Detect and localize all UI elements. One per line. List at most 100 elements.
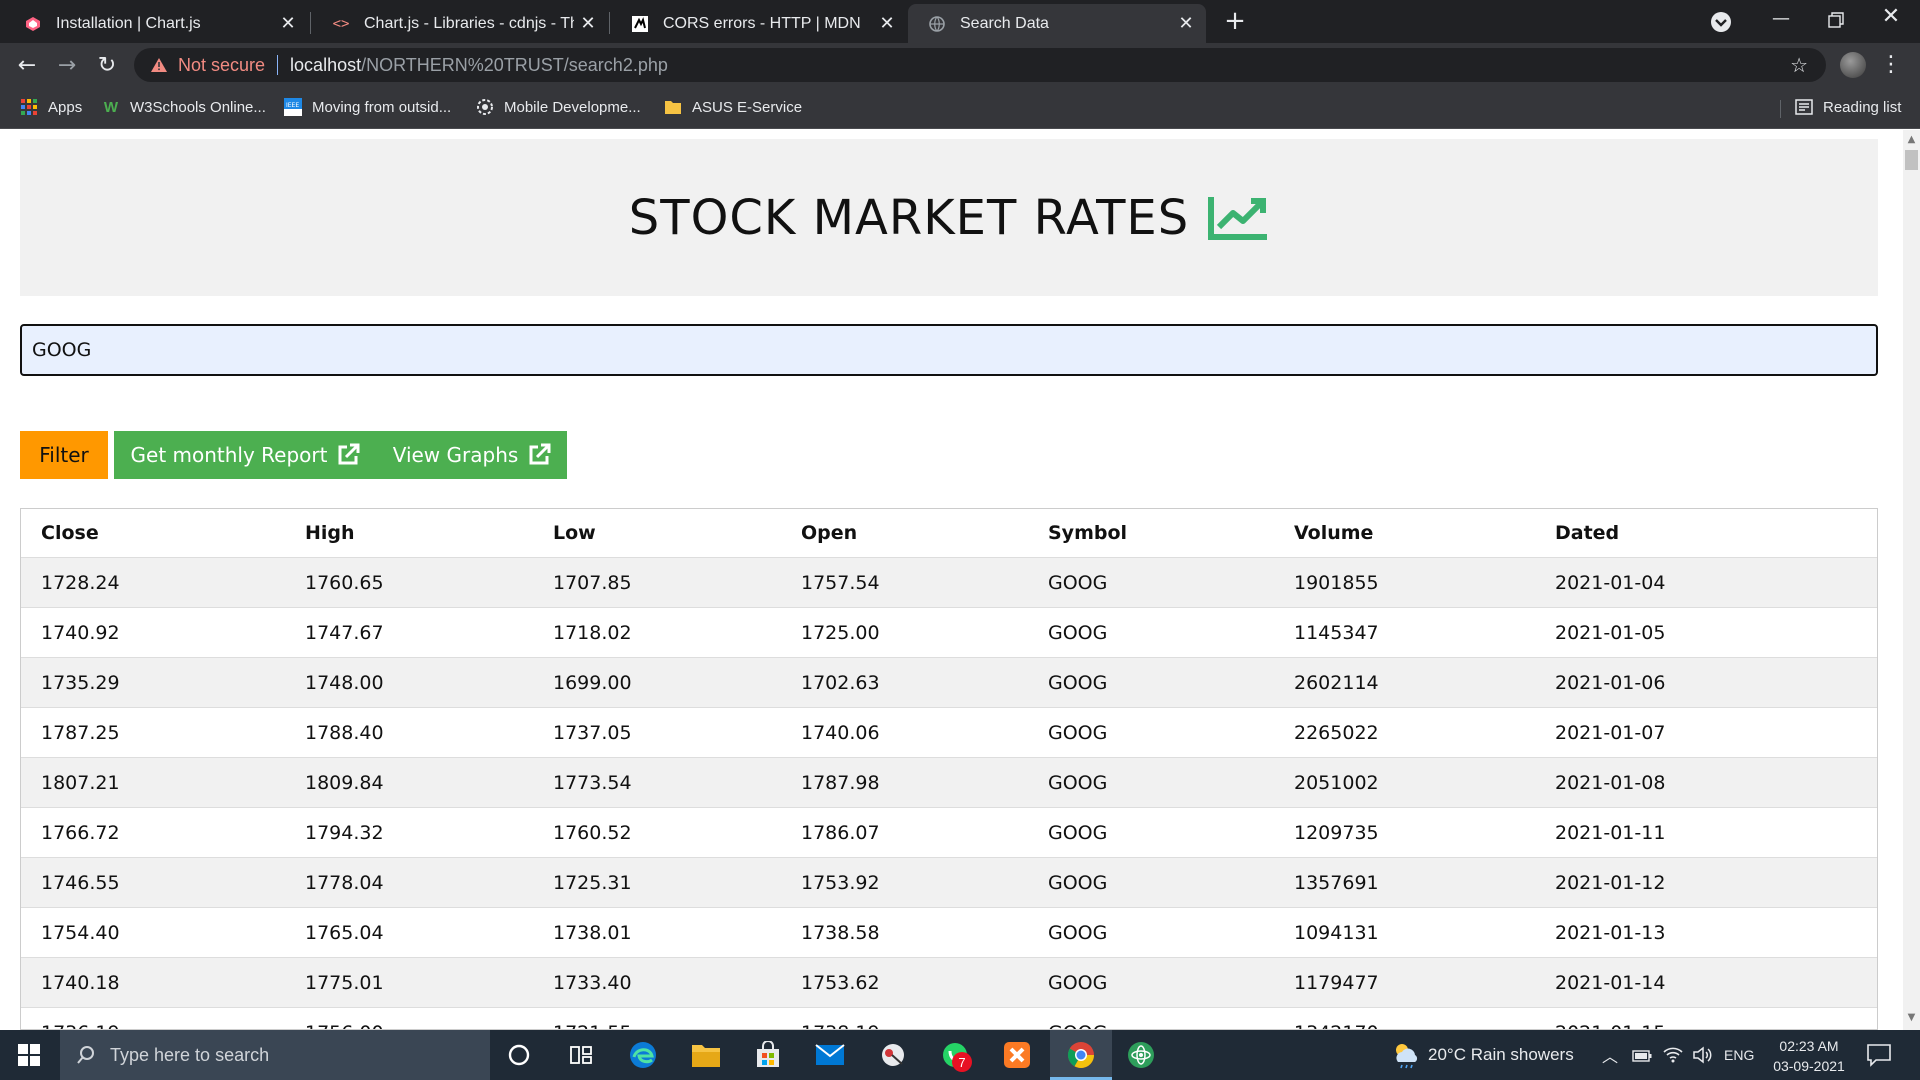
bookmark-star-icon[interactable]: ☆ [1790, 53, 1808, 78]
cell-symbol: GOOG [1028, 657, 1274, 708]
system-clock[interactable]: 02:23 AM 03-09-2021 [1764, 1034, 1854, 1078]
new-tab-button[interactable]: + [1220, 6, 1250, 36]
warning-icon[interactable] [148, 57, 170, 73]
notification-center-icon[interactable] [1866, 1043, 1892, 1067]
close-tab-icon[interactable]: ✕ [873, 13, 901, 34]
address-bar[interactable]: Not secure localhost /NORTHERN%20TRUST/s… [134, 48, 1826, 82]
bookmark-apps[interactable]: Apps [20, 94, 82, 120]
file-explorer-icon[interactable] [687, 1036, 725, 1074]
table-row: 1766.72 1794.32 1760.52 1786.07 GOOG 120… [21, 807, 1877, 858]
cell-open: 1738.58 [781, 907, 1028, 958]
tab-cors-errors-mdn[interactable]: CORS errors - HTTP | MDN ✕ [611, 4, 907, 43]
scrollbar-thumb[interactable] [1905, 150, 1918, 170]
snipping-tool-icon[interactable] [874, 1036, 912, 1074]
tab-search-data[interactable]: Search Data ✕ [908, 4, 1206, 43]
taskbar-search-box[interactable]: Type here to search [60, 1030, 490, 1080]
chartjs-icon [24, 15, 42, 33]
table-row: 1754.40 1765.04 1738.01 1738.58 GOOG 109… [21, 907, 1877, 958]
language-indicator[interactable]: ENG [1724, 1030, 1754, 1080]
edge-browser-icon[interactable] [624, 1036, 662, 1074]
get-monthly-report-button[interactable]: Get monthly Report [114, 431, 378, 479]
reading-list-icon [1795, 98, 1813, 116]
mail-icon[interactable] [811, 1036, 849, 1074]
cell-low: 1738.01 [533, 907, 781, 958]
forward-arrow-icon[interactable]: → [52, 50, 82, 80]
cell-low: 1733.40 [533, 957, 781, 1008]
tab-installation-chartjs[interactable]: Installation | Chart.js ✕ [4, 4, 308, 43]
column-header-symbol[interactable]: Symbol [1028, 509, 1274, 558]
xampp-icon[interactable] [998, 1036, 1036, 1074]
cell-volume: 1179477 [1274, 957, 1535, 1008]
battery-icon[interactable] [1632, 1048, 1652, 1062]
view-graphs-button[interactable]: View Graphs [378, 431, 567, 479]
cell-dated: 2021-01-14 [1535, 957, 1877, 1008]
atom-editor-icon[interactable] [1122, 1036, 1160, 1074]
weather-icon[interactable] [1390, 1040, 1420, 1070]
tab-search-dropdown-icon[interactable] [1708, 9, 1734, 35]
profile-avatar[interactable] [1840, 52, 1866, 78]
bookmark-mobile-development[interactable]: Mobile Developme... [476, 94, 641, 120]
minimize-icon[interactable]: — [1766, 8, 1796, 32]
cell-dated: 2021-01-08 [1535, 757, 1877, 808]
whatsapp-notification-badge: 7 [952, 1052, 972, 1072]
url-host: localhost [290, 54, 362, 75]
page-scrollbar[interactable] [1903, 130, 1920, 1030]
close-window-icon[interactable]: ✕ [1874, 4, 1908, 34]
task-view-icon[interactable] [562, 1036, 600, 1074]
cell-low: 1721.55 [533, 1007, 781, 1029]
apps-grid-icon [20, 98, 38, 116]
cell-high: 1765.04 [285, 907, 533, 958]
cortana-icon[interactable] [500, 1036, 538, 1074]
column-header-high[interactable]: High [285, 509, 533, 558]
bookmark-w3schools[interactable]: W W3Schools Online... [102, 94, 266, 120]
close-tab-icon[interactable]: ✕ [274, 13, 302, 34]
scroll-up-arrow-icon[interactable]: ▲ [1905, 134, 1918, 146]
cell-close: 1754.40 [21, 907, 285, 958]
taskbar-search-placeholder: Type here to search [110, 1044, 270, 1065]
tab-chartjs-cdnjs[interactable]: <> Chart.js - Libraries - cdnjs - The # … [312, 4, 608, 43]
back-arrow-icon[interactable]: ← [12, 50, 42, 80]
chrome-browser-icon[interactable] [1062, 1036, 1100, 1074]
column-header-open[interactable]: Open [781, 509, 1028, 558]
symbol-search-input[interactable] [20, 324, 1878, 376]
wifi-icon[interactable] [1662, 1044, 1684, 1064]
cell-volume: 1901855 [1274, 557, 1535, 608]
table-row: 1735.29 1748.00 1699.00 1702.63 GOOG 260… [21, 657, 1877, 708]
column-header-volume[interactable]: Volume [1274, 509, 1535, 558]
cell-dated: 2021-01-05 [1535, 607, 1877, 658]
filter-button-label: Filter [39, 443, 89, 467]
column-header-low[interactable]: Low [533, 509, 781, 558]
windows-start-icon[interactable] [10, 1036, 48, 1074]
cell-high: 1794.32 [285, 807, 533, 858]
column-header-dated[interactable]: Dated [1535, 509, 1877, 558]
cell-open: 1787.98 [781, 757, 1028, 808]
restore-window-icon[interactable] [1820, 8, 1850, 32]
filter-button[interactable]: Filter [20, 431, 108, 479]
cell-dated: 2021-01-12 [1535, 857, 1877, 908]
security-status-label[interactable]: Not secure [178, 55, 265, 76]
microsoft-store-icon[interactable] [749, 1036, 787, 1074]
menu-kebab-icon[interactable]: ⋮ [1880, 50, 1902, 80]
cell-low: 1725.31 [533, 857, 781, 908]
cell-close: 1735.29 [21, 657, 285, 708]
volume-icon[interactable] [1692, 1045, 1714, 1065]
bookmark-moving-from-outside[interactable]: IEEE Moving from outsid... [284, 94, 451, 120]
cell-symbol: GOOG [1028, 707, 1274, 758]
table-row: 1740.92 1747.67 1718.02 1725.00 GOOG 114… [21, 607, 1877, 658]
column-header-close[interactable]: Close [21, 509, 285, 558]
bookmarks-divider [1780, 100, 1781, 118]
cell-symbol: GOOG [1028, 607, 1274, 658]
close-tab-icon[interactable]: ✕ [1172, 13, 1200, 34]
cell-low: 1737.05 [533, 707, 781, 758]
scroll-down-arrow-icon[interactable]: ▼ [1905, 1012, 1918, 1024]
chart-line-icon [1207, 195, 1269, 241]
weather-label[interactable]: 20°C Rain showers [1428, 1030, 1574, 1080]
cell-open: 1786.07 [781, 807, 1028, 858]
show-hidden-icons-chevron-icon[interactable]: ︿ [1602, 1030, 1618, 1080]
clock-date: 03-09-2021 [1773, 1058, 1845, 1074]
close-tab-icon[interactable]: ✕ [574, 13, 602, 34]
cell-low: 1760.52 [533, 807, 781, 858]
bookmark-asus-e-service[interactable]: ASUS E-Service [664, 94, 802, 120]
reload-icon[interactable]: ↻ [92, 50, 122, 80]
reading-list-button[interactable]: Reading list [1795, 94, 1901, 120]
